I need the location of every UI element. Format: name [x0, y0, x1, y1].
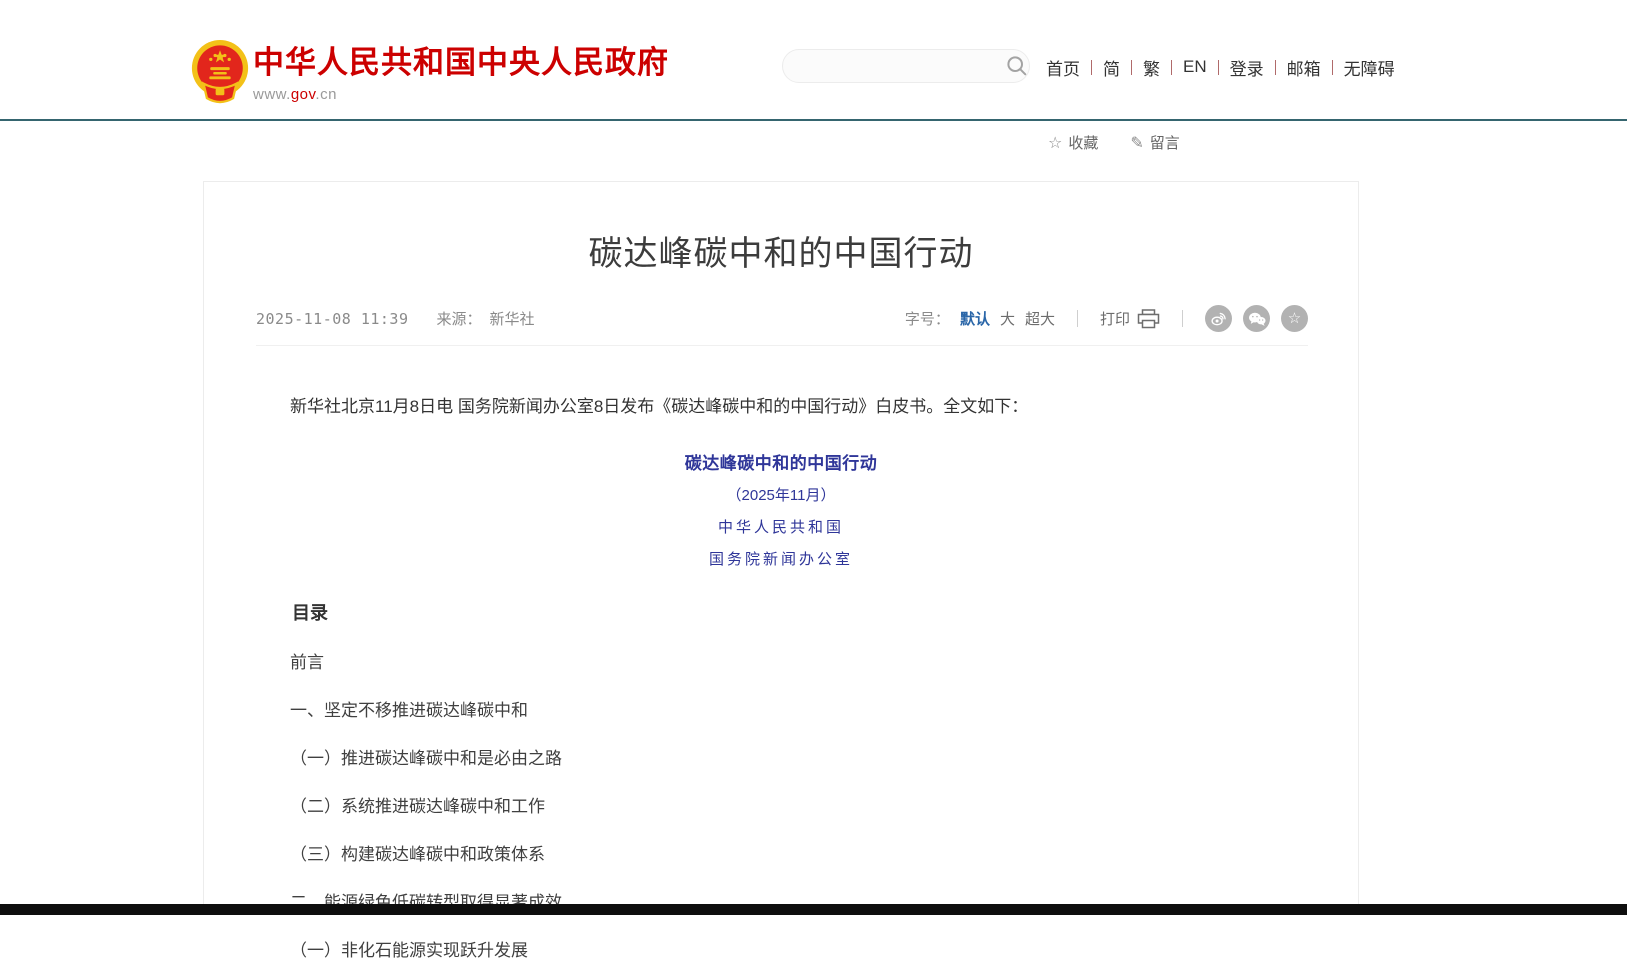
site-url: www.gov.cn: [253, 86, 669, 103]
printer-icon: [1137, 309, 1160, 329]
site-url-gov: gov: [291, 86, 316, 103]
search-icon[interactable]: [1006, 55, 1028, 77]
top-nav: 首页 简 繁 EN 登录 邮箱 无障碍: [1046, 55, 1395, 79]
nav-accessibility[interactable]: 无障碍: [1344, 55, 1395, 80]
favorite-button[interactable]: ☆ 收藏: [1048, 132, 1098, 153]
print-button[interactable]: 打印: [1100, 308, 1160, 329]
search-box[interactable]: [782, 49, 1030, 83]
toc-item-section1: 一、坚定不移推进碳达峰碳中和: [256, 696, 1306, 721]
share-star-icon: ☆: [1288, 311, 1301, 326]
document-issuer-country: 中华人民共和国: [204, 516, 1358, 537]
article-meta-left: 2025-11-08 11:39 来源： 新华社: [256, 308, 535, 329]
site-title: 中华人民共和国中央人民政府: [253, 46, 669, 80]
document-heading-block: 碳达峰碳中和的中国行动 （2025年11月） 中华人民共和国 国务院新闻办公室: [204, 449, 1358, 569]
quick-actions: ☆ 收藏 ✎ 留言: [1048, 132, 1180, 153]
share-more-button[interactable]: ☆: [1281, 305, 1308, 332]
weibo-icon: [1210, 310, 1227, 327]
fontsize-xlarge-button[interactable]: 超大: [1025, 308, 1055, 329]
meta-divider: [1182, 310, 1183, 327]
lead-paragraph: 新华社北京11月8日电 国务院新闻办公室8日发布《碳达峰碳中和的中国行动》白皮书…: [256, 390, 1306, 423]
fontsize-label: 字号：: [905, 308, 950, 329]
share-wechat-button[interactable]: [1243, 305, 1270, 332]
toc-item-section2-1: （一）非化石能源实现跃升发展: [256, 936, 1306, 961]
document-title: 碳达峰碳中和的中国行动: [204, 449, 1358, 474]
source-label: 来源：: [437, 308, 482, 329]
toc-item-section1-3: （三）构建碳达峰碳中和政策体系: [256, 840, 1306, 865]
article-source: 来源： 新华社: [437, 308, 535, 329]
nav-mail[interactable]: 邮箱: [1287, 55, 1321, 80]
publish-date: 2025-11-08 11:39: [256, 310, 409, 328]
nav-divider: [1332, 60, 1333, 75]
fontsize-default-button[interactable]: 默认: [960, 308, 990, 329]
pen-icon: ✎: [1130, 133, 1143, 153]
nav-login[interactable]: 登录: [1230, 55, 1264, 80]
share-group: ☆: [1205, 305, 1308, 332]
favorite-label: 收藏: [1068, 132, 1098, 153]
search-input[interactable]: [783, 50, 1006, 82]
site-identity: 中华人民共和国中央人民政府 www.gov.cn: [253, 46, 669, 103]
article-meta-right: 字号： 默认 大 超大 打印: [905, 305, 1308, 332]
fontsize-large-button[interactable]: 大: [1000, 308, 1015, 329]
nav-divider: [1218, 60, 1219, 75]
toc-item-preface: 前言: [256, 648, 1306, 673]
document-date: （2025年11月）: [204, 484, 1358, 505]
nav-traditional[interactable]: 繁: [1143, 55, 1160, 80]
article-meta-row: 2025-11-08 11:39 来源： 新华社 字号： 默认 大 超大 打印: [256, 305, 1308, 346]
nav-divider: [1275, 60, 1276, 75]
nav-home[interactable]: 首页: [1046, 55, 1080, 80]
toc-item-section1-2: （二）系统推进碳达峰碳中和工作: [256, 792, 1306, 817]
bottom-bar: [0, 904, 1627, 915]
source-name[interactable]: 新华社: [490, 308, 535, 329]
nav-simplified[interactable]: 简: [1103, 55, 1120, 80]
site-url-suffix: .cn: [315, 86, 337, 103]
toc-item-section1-1: （一）推进碳达峰碳中和是必由之路: [256, 744, 1306, 769]
nav-divider: [1171, 60, 1172, 75]
article-container: 碳达峰碳中和的中国行动 2025-11-08 11:39 来源： 新华社 字号：…: [203, 181, 1359, 915]
document-issuer-office: 国务院新闻办公室: [204, 548, 1358, 569]
nav-divider: [1131, 60, 1132, 75]
share-weibo-button[interactable]: [1205, 305, 1232, 332]
meta-divider: [1077, 310, 1078, 327]
article-title: 碳达峰碳中和的中国行动: [264, 226, 1298, 275]
nav-divider: [1091, 60, 1092, 75]
comment-label: 留言: [1150, 132, 1180, 153]
star-icon: ☆: [1048, 133, 1062, 153]
site-url-prefix: www.: [253, 86, 291, 103]
toc-heading: 目录: [256, 599, 1306, 625]
national-emblem-logo: [189, 38, 251, 106]
comment-button[interactable]: ✎ 留言: [1130, 132, 1179, 153]
nav-english[interactable]: EN: [1183, 57, 1207, 77]
site-header: 中华人民共和国中央人民政府 www.gov.cn 首页 简 繁 EN 登录 邮箱…: [0, 0, 1627, 121]
print-label: 打印: [1100, 308, 1130, 329]
wechat-icon: [1248, 311, 1266, 327]
